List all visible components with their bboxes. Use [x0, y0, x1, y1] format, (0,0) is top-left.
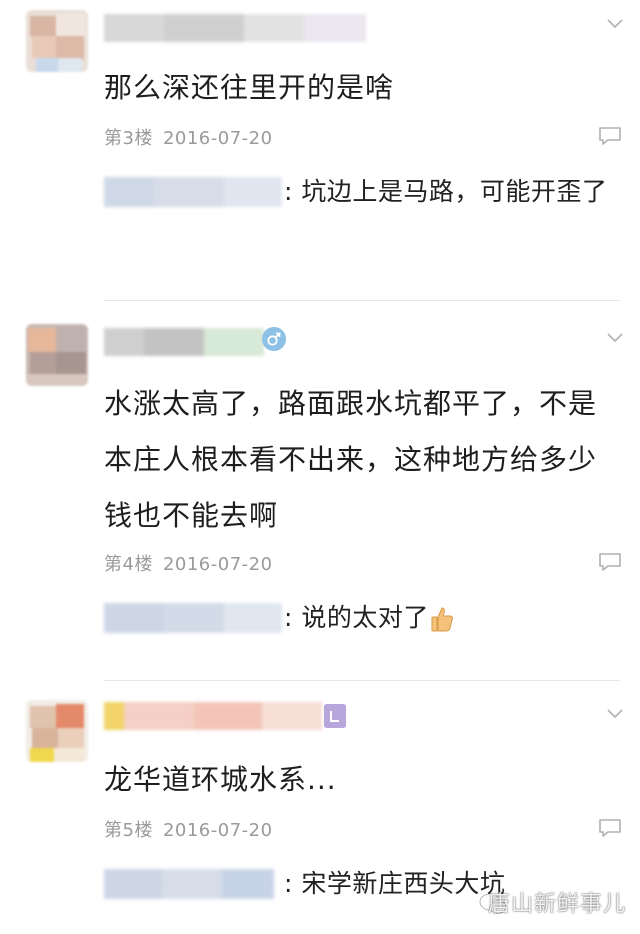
avatar[interactable]: [26, 700, 88, 762]
comment-item: 水涨太高了，路面跟水坑都平了，不是本庄人根本看不出来，这种地方给多少钱也不能去啊…: [0, 300, 640, 681]
chevron-down-icon[interactable]: [606, 14, 624, 32]
reply-username[interactable]: [104, 603, 282, 633]
floor-label: 第5楼: [104, 820, 153, 841]
chevron-down-icon[interactable]: [606, 704, 624, 722]
watermark: 唐山新鲜事儿: [487, 892, 626, 917]
thumbs-up-icon: [431, 607, 453, 632]
comment-item: 那么深还往里开的是啥 第3楼 2016-07-20 : 坑边上是马路，可能开歪了: [0, 0, 640, 301]
reply-username[interactable]: [104, 869, 274, 899]
reply-username[interactable]: [104, 177, 282, 207]
reply-text: : 坑边上是马路，可能开歪了: [284, 177, 608, 206]
reply-block: : 坑边上是马路，可能开歪了: [104, 168, 620, 268]
male-gender-icon: [262, 327, 286, 351]
avatar[interactable]: [26, 10, 88, 72]
level-badge-icon: [324, 704, 346, 728]
comment-meta: 第3楼 2016-07-20: [104, 124, 273, 150]
comment-date: 2016-07-20: [162, 820, 273, 841]
reply-icon[interactable]: [598, 126, 622, 146]
reply-icon[interactable]: [598, 818, 622, 838]
username[interactable]: [104, 14, 366, 42]
comment-text: 那么深还往里开的是啥: [104, 71, 395, 104]
avatar[interactable]: [26, 324, 88, 386]
username[interactable]: [104, 702, 322, 730]
reply-icon[interactable]: [598, 552, 622, 572]
floor-label: 第4楼: [104, 554, 153, 575]
floor-label: 第3楼: [104, 128, 153, 149]
comment-text: 龙华道环城水系...: [104, 763, 337, 796]
comment-text: 水涨太高了，路面跟水坑都平了，不是本庄人根本看不出来，这种地方给多少钱也不能去啊: [104, 387, 598, 532]
reply-text-content: : 说的太对了: [284, 603, 429, 632]
reply-block: : 说的太对了: [104, 594, 620, 650]
chevron-down-icon[interactable]: [606, 328, 624, 346]
username[interactable]: [104, 328, 264, 356]
comment-date: 2016-07-20: [162, 128, 273, 149]
comment-meta: 第5楼 2016-07-20: [104, 816, 273, 842]
comment-date: 2016-07-20: [162, 554, 273, 575]
reply-text: : 说的太对了: [284, 594, 620, 642]
comment-meta: 第4楼 2016-07-20: [104, 550, 273, 576]
